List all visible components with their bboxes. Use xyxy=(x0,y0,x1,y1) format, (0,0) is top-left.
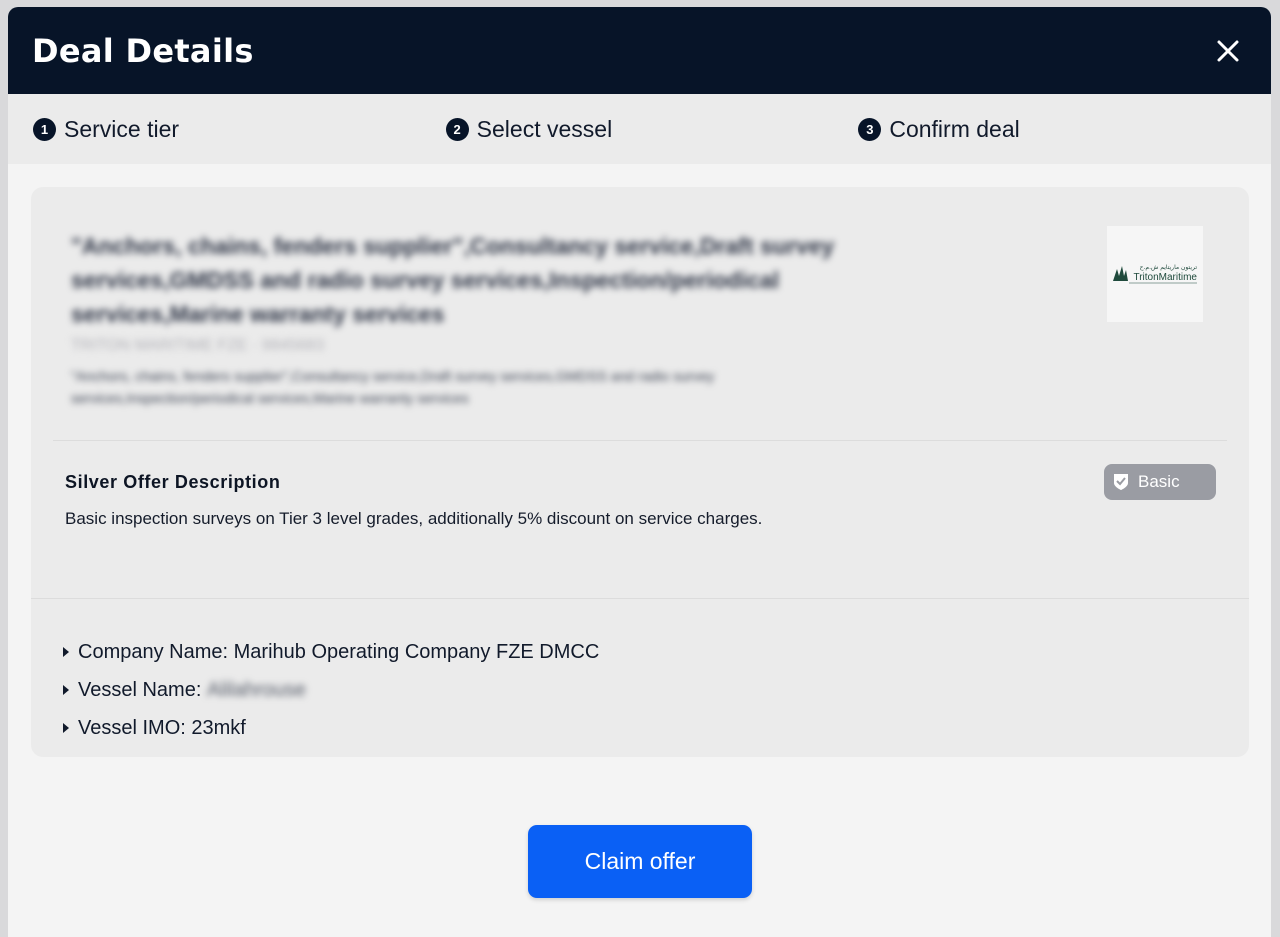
tier-badge: Basic xyxy=(1104,464,1216,500)
vessel-imo-row: Vessel IMO: 23mkf xyxy=(63,709,1249,747)
caret-right-icon xyxy=(63,723,69,733)
vessel-name-row: Vessel Name: Alilahrouse xyxy=(63,671,1249,709)
vessel-imo-label: Vessel IMO: xyxy=(78,716,186,739)
step-select-vessel: 2 Select vessel xyxy=(445,115,859,143)
badge-label: Basic xyxy=(1138,472,1180,491)
deal-details-list: Company Name: Marihub Operating Company … xyxy=(31,599,1249,747)
step-number: 3 xyxy=(858,117,882,141)
step-number: 1 xyxy=(33,117,56,141)
offer-title: Silver Offer Description xyxy=(65,472,281,492)
step-service-tier: 1 Service tier xyxy=(33,116,446,143)
step-label: Select vessel xyxy=(476,115,613,142)
claim-offer-button[interactable]: Claim offer xyxy=(528,825,752,898)
step-number: 2 xyxy=(445,117,469,141)
services-title: "Anchors, chains, fenders supplier",Cons… xyxy=(71,233,835,327)
caret-right-icon xyxy=(63,685,69,695)
provider-logo: تريتون ماريتايم ش.م.ح TritonMaritime xyxy=(1107,226,1203,322)
step-label: Service tier xyxy=(64,115,180,142)
logo-arabic-text: تريتون ماريتايم ش.م.ح xyxy=(1140,264,1198,271)
offer-card: "Anchors, chains, fenders supplier",Cons… xyxy=(31,187,1249,757)
company-name-row: Company Name: Marihub Operating Company … xyxy=(63,633,1249,671)
step-label: Confirm deal xyxy=(889,115,1020,142)
modal-title: Deal Details xyxy=(32,31,254,70)
step-confirm-deal: 3 Confirm deal xyxy=(858,116,1271,143)
shield-check-icon xyxy=(1114,474,1128,490)
offer-section: Silver Offer Description Basic inspectio… xyxy=(31,440,1249,598)
stepper: 1 Service tier 2 Select vessel 3 Confirm… xyxy=(8,94,1271,164)
modal-header: Deal Details xyxy=(8,7,1271,94)
logo-text: TritonMaritime xyxy=(1133,272,1197,283)
deal-details-modal: Deal Details 1 Service tier 2 Select ves… xyxy=(8,7,1271,937)
vessel-imo-value: 23mkf xyxy=(191,716,246,739)
caret-right-icon xyxy=(63,647,69,657)
services-description: "Anchors, chains, fenders supplier",Cons… xyxy=(71,368,715,406)
offer-description: Basic inspection surveys on Tier 3 level… xyxy=(65,509,763,528)
vessel-name-label: Vessel Name: xyxy=(78,678,202,701)
company-name-label: Company Name: xyxy=(78,640,229,663)
listing-summary: "Anchors, chains, fenders supplier",Cons… xyxy=(31,187,1249,440)
close-icon[interactable] xyxy=(1213,36,1243,66)
vessel-name-value: Alilahrouse xyxy=(206,678,306,701)
provider-company-line: TRITON MARITIME FZE · 9845683 xyxy=(71,337,325,354)
company-name-value: Marihub Operating Company FZE DMCC xyxy=(233,640,600,663)
triton-maritime-logo-icon: تريتون ماريتايم ش.م.ح TritonMaritime xyxy=(1113,264,1198,284)
